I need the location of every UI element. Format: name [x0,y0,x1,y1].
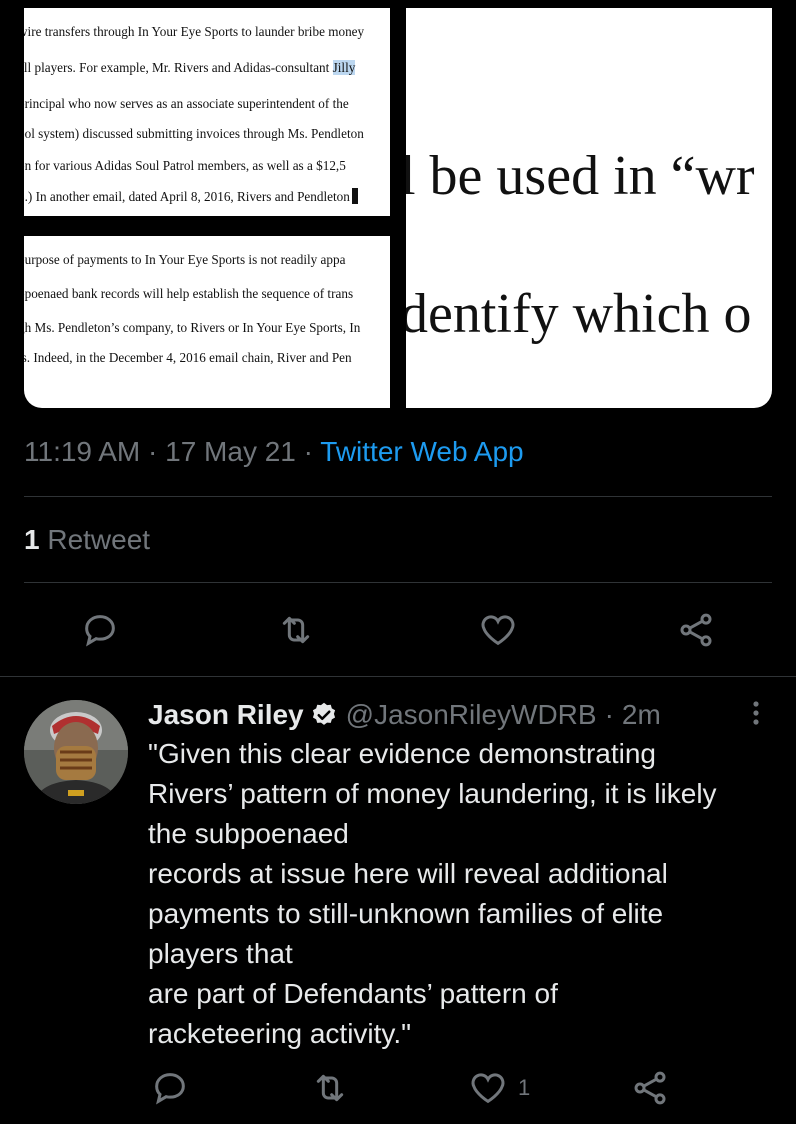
retweet-count: 1 [24,524,40,555]
verified-badge-icon [312,702,335,725]
doc-line: ool system) discussed submitting invoice… [24,126,364,141]
avatar[interactable] [24,700,128,804]
meta-dot: · [604,699,614,730]
tweet-meta: 11:19 AM · 17 May 21 · Twitter Web App [24,436,524,468]
share-button[interactable] [676,608,716,652]
highlighted-text: Jilly [332,60,356,75]
doc-line: ts. Indeed, in the December 4, 2016 emai… [24,350,352,365]
share-button[interactable] [630,1066,670,1110]
document-image-2[interactable]: purpose of payments to In Your Eye Sport… [24,236,390,408]
document-image-1[interactable]: wire transfers through In Your Eye Sport… [24,8,390,216]
retweet-button[interactable] [310,1066,350,1110]
like-button[interactable] [478,608,518,652]
doc-line: 3.) In another email, dated April 8, 201… [24,188,358,205]
doc-line: purpose of payments to In Your Eye Sport… [24,252,346,267]
reply-button[interactable] [80,608,120,652]
more-button[interactable] [742,696,770,732]
heart-icon [471,1073,505,1104]
reply-time[interactable]: 2m [622,699,661,731]
tweet-actions [0,608,796,652]
tweet-date[interactable]: 17 May 21 [165,436,296,467]
share-icon [680,613,712,647]
zoom-line: l be used in “wr [406,145,755,207]
doc-line: wire transfers through In Your Eye Sport… [24,24,365,39]
doc-line: bpoenaed bank records will help establis… [24,286,354,301]
reply-icon [85,615,115,647]
tweet-media-grid[interactable]: wire transfers through In Your Eye Sport… [24,8,772,408]
reply-icon [155,1073,185,1105]
avatar-photo [24,700,128,804]
document-zoom-image[interactable]: l be used in “wr dentify which o [406,8,772,408]
meta-dot: · [303,436,313,467]
retweet-icon [282,616,310,644]
retweet-icon [316,1074,344,1102]
share-icon [634,1071,666,1105]
author-name[interactable]: Jason Riley [148,699,304,731]
heart-icon [481,615,515,646]
doc-line: gh Ms. Pendleton’s company, to Rivers or… [24,320,361,335]
reply-actions: 1 [0,1066,796,1110]
divider [24,582,772,583]
like-count: 1 [518,1075,531,1100]
doc-line: all players. For example, Mr. Rivers and… [24,60,356,75]
retweet-button[interactable] [276,608,316,652]
divider [24,496,772,497]
tweet-source-link[interactable]: Twitter Web App [320,436,523,467]
like-button[interactable]: 1 [468,1066,530,1110]
tweet-time[interactable]: 11:19 AM [24,436,140,467]
author-handle[interactable]: @JasonRileyWDRB [346,699,597,731]
meta-dot: · [148,436,158,467]
zoom-line: dentify which o [406,283,752,345]
retweet-label: Retweet [47,524,151,555]
reply-header: Jason Riley @JasonRileyWDRB · 2m [148,696,661,734]
more-icon [753,701,759,725]
retweet-count-link[interactable]: 1 Retweet [24,524,150,556]
divider [0,676,796,677]
reply-text: "Given this clear evidence demonstrating… [148,738,717,1049]
reply-button[interactable] [150,1066,190,1110]
doc-line: principal who now serves as an associate… [24,96,349,111]
doc-line: on for various Adidas Soul Patrol member… [24,158,346,173]
